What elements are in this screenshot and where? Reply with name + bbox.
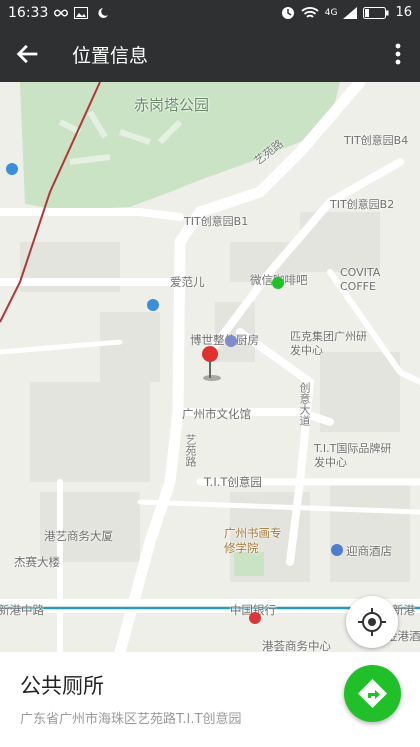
locate-button[interactable] [346, 596, 398, 648]
arrow-left-icon[interactable] [14, 40, 42, 68]
battery-level: 16 [395, 5, 412, 20]
selected-toilet-icon[interactable] [272, 277, 284, 289]
metro-station-icon[interactable] [249, 612, 261, 624]
map-label-tit-park: T.I.T创意园 [204, 475, 262, 489]
hotel-icon[interactable] [331, 544, 343, 556]
place-address: 广东省广州市海珠区艺苑路T.I.T创意园 [20, 712, 242, 727]
page-title: 位置信息 [72, 45, 149, 67]
map-label-yiyuan-road-mid: 艺苑路 [184, 434, 197, 467]
app-bar: 位置信息 [0, 26, 420, 82]
parking-icon[interactable] [147, 299, 159, 311]
map-label-bottom-building: 港荟商务中心 [262, 639, 331, 652]
signal-icon [343, 6, 358, 19]
status-bar: 16:33 4G 16 [0, 0, 420, 26]
map-label-gangyi: 港艺商务大厦 [44, 529, 113, 543]
place-name: 公共厕所 [20, 674, 104, 698]
map-label-art-school: 广州书画专修学院 [224, 526, 282, 555]
map-label-park: 赤岗塔公园 [134, 96, 210, 114]
map-label-xingang-left: 新港中路 [0, 603, 44, 617]
map-label-covita: COVITA COFFE [340, 266, 381, 293]
alarm-icon [281, 6, 294, 19]
map-label-cultural: 广州市文化馆 [182, 407, 251, 421]
map-label-aifaner: 爱范儿 [170, 275, 205, 289]
map-label-tit-b4: TIT创意园B4 [344, 134, 409, 147]
navigation-arrow-icon [358, 679, 387, 708]
map-label-jiesai: 杰赛大楼 [14, 555, 60, 569]
infinity-icon [54, 9, 69, 17]
image-icon [74, 7, 89, 19]
navigate-button[interactable] [344, 665, 401, 722]
network-type: 4G [324, 7, 338, 18]
moon-icon [98, 8, 109, 18]
map-label-yingshang: 迎商酒店 [346, 544, 392, 558]
map-label-pike: 匹克集团广州研发中心 [290, 330, 367, 357]
map-label-tit-b2: TIT创意园B2 [330, 198, 395, 211]
parking-icon[interactable] [6, 163, 18, 175]
wifi-icon [301, 6, 319, 18]
status-time: 16:33 [8, 5, 49, 21]
map-view[interactable]: 赤岗塔公园 TIT创意园B4 艺苑路 TIT创意园B2 TIT创意园B1 爱范儿… [0, 82, 420, 652]
map-label-tit-b1: TIT创意园B1 [184, 215, 249, 228]
crosshair-icon [358, 608, 386, 636]
shop-icon[interactable] [225, 335, 237, 347]
map-label-tit-brand: T.I.T国际品牌研发中心 [314, 442, 392, 469]
map-base [0, 82, 420, 652]
map-label-chuangyi-ave: 创意大道 [298, 382, 311, 426]
more-vertical-icon[interactable] [394, 40, 402, 68]
battery-icon [363, 6, 389, 19]
